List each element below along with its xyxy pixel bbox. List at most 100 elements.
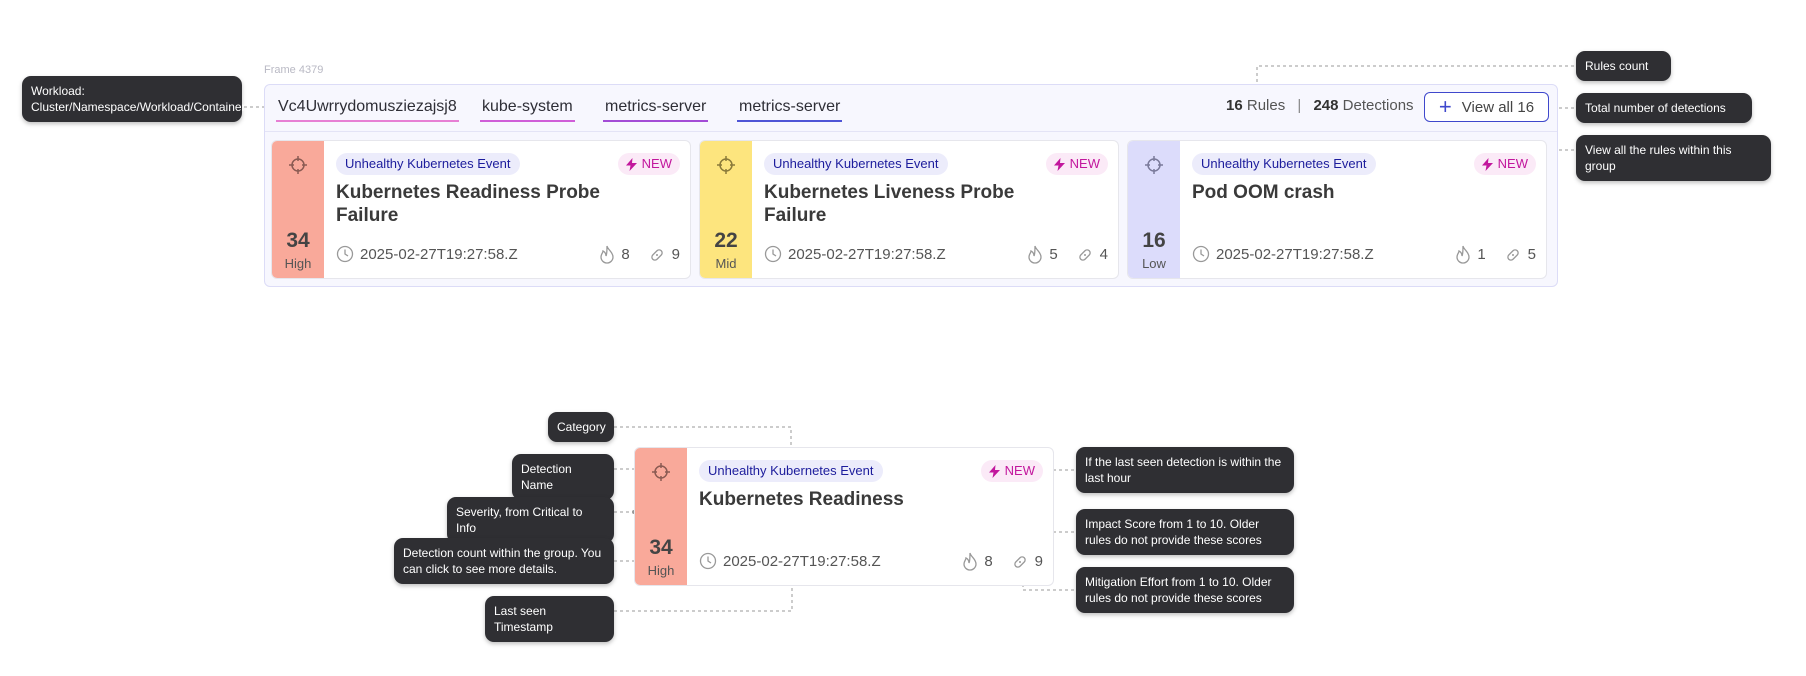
category-pill: Unhealthy Kubernetes Event [336,153,520,175]
new-label: NEW [1004,463,1035,478]
workload-tag-label: metrics-server [605,98,707,115]
lightning-icon [625,157,637,171]
mitigation-effort: 4 [1099,246,1108,263]
detection-name[interactable]: Pod OOM crash [1192,181,1492,204]
detection-card[interactable]: 22 Mid Unhealthy Kubernetes Event NEW Ku… [699,140,1119,279]
lightning-icon [1481,157,1493,171]
tag-underline [737,120,843,122]
impact-score: 8 [621,246,630,263]
callout-workload: Workload: Cluster/Namespace/Workload/Con… [22,76,246,122]
severity-label: High [284,256,312,271]
flame-icon [963,552,977,571]
tag-underline [276,120,459,122]
severity-strip[interactable]: 16 Low [1128,141,1180,278]
detection-name[interactable]: Kubernetes Liveness Probe Failure [764,181,1064,227]
timestamp-text: 2025-02-27T19:27:58.Z [788,245,946,263]
callout-impact-score: Impact Score from 1 to 10. Older rules d… [1076,509,1294,555]
view-all-button[interactable]: + View all 16 [1424,92,1549,122]
severity-strip[interactable]: 34 High [272,141,324,278]
scores: 1 5 [1455,245,1536,264]
new-label: NEW [641,156,672,171]
mitigation-effort: 9 [671,246,680,263]
callout-detection-name: Detection Name [512,454,614,500]
scores: 5 4 [1027,245,1108,264]
callout-total-detections: Total number of detections [1576,93,1752,123]
severity-label: High [647,563,675,578]
rules-label: Rules [1246,97,1286,114]
timestamp-text: 2025-02-27T19:27:58.Z [360,245,518,263]
callout-severity: Severity, from Critical to Info [447,497,614,543]
clock-icon [1192,245,1210,263]
scores: 8 9 [962,552,1043,571]
workload-tag-label: kube-system [482,98,573,115]
crosshair-icon [652,463,670,481]
new-badge: NEW [617,153,680,175]
detection-name[interactable]: Kubernetes Readiness [699,488,999,511]
severity-strip[interactable]: 22 Mid [700,141,752,278]
workload-tag-label: Vc4Uwrrydomusziezajsj8 [278,98,457,115]
clock-icon [764,245,782,263]
view-all-label: View all 16 [1461,98,1535,116]
callout-category: Category [548,412,614,442]
callout-last-seen: Last seen Timestamp [485,596,614,642]
callout-detection-count: Detection count within the group. You ca… [394,538,614,584]
crosshair-icon [1145,156,1163,174]
impact-score: 5 [1049,246,1058,263]
detection-count[interactable]: 16 [1128,229,1180,253]
new-badge: NEW [1473,153,1536,175]
detection-name[interactable]: Kubernetes Readiness Probe Failure [336,181,636,227]
last-seen-timestamp: 2025-02-27T19:27:58.Z [699,552,881,570]
callout-new-badge: If the last seen detection is within the… [1076,447,1294,493]
last-seen-timestamp: 2025-02-27T19:27:58.Z [764,245,946,263]
last-seen-timestamp: 2025-02-27T19:27:58.Z [336,245,518,263]
new-badge: NEW [980,460,1043,482]
flame-icon [600,245,614,264]
rules-count: 16 [1226,97,1243,114]
workload-tag-container[interactable]: metrics-server [737,96,843,122]
mitigation-effort: 9 [1034,553,1043,570]
new-badge: NEW [1045,153,1108,175]
crosshair-icon [717,156,735,174]
detection-count[interactable]: 22 [700,229,752,253]
detections-count: 248 [1313,97,1339,114]
frame-label: Frame 4379 [264,64,324,76]
group-counts: 16 Rules | 248 Detections [1226,97,1414,114]
bandage-icon [650,248,663,261]
last-seen-timestamp: 2025-02-27T19:27:58.Z [1192,245,1374,263]
workload-tag-workload[interactable]: metrics-server [603,96,709,122]
bandage-icon [1078,248,1091,261]
clock-icon [699,552,717,570]
workload-tag-cluster[interactable]: Vc4Uwrrydomusziezajsj8 [276,96,459,122]
flame-icon [1456,245,1470,264]
workload-tag-namespace[interactable]: kube-system [480,96,575,122]
bandage-icon [1506,248,1519,261]
plus-icon: + [1438,94,1452,119]
timestamp-text: 2025-02-27T19:27:58.Z [723,552,881,570]
crosshair-icon [289,156,307,174]
tag-underline [480,120,575,122]
lightning-icon [1053,157,1065,171]
impact-score: 1 [1477,246,1486,263]
mitigation-effort: 5 [1527,246,1536,263]
detection-card[interactable]: 16 Low Unhealthy Kubernetes Event NEW Po… [1127,140,1547,279]
new-label: NEW [1497,156,1528,171]
anatomy-detection-card[interactable]: 34 High Unhealthy Kubernetes Event NEW K… [634,447,1054,586]
severity-label: Low [1142,256,1166,271]
callout-mitigation-effort: Mitigation Effort from 1 to 10. Older ru… [1076,567,1294,613]
severity-strip[interactable]: 34 High [635,448,687,585]
category-pill: Unhealthy Kubernetes Event [699,460,883,482]
category-pill: Unhealthy Kubernetes Event [1192,153,1376,175]
detections-label: Detections [1342,97,1414,114]
detection-card[interactable]: 34 High Unhealthy Kubernetes Event NEW K… [271,140,691,279]
detection-count[interactable]: 34 [635,536,687,560]
clock-icon [336,245,354,263]
new-label: NEW [1069,156,1100,171]
detection-count[interactable]: 34 [272,229,324,253]
category-pill: Unhealthy Kubernetes Event [764,153,948,175]
impact-score: 8 [984,553,993,570]
lightning-icon [988,464,1000,478]
group-header-divider [265,131,1557,132]
bandage-icon [1013,555,1026,568]
callout-rules-count: Rules count [1576,51,1671,81]
timestamp-text: 2025-02-27T19:27:58.Z [1216,245,1374,263]
